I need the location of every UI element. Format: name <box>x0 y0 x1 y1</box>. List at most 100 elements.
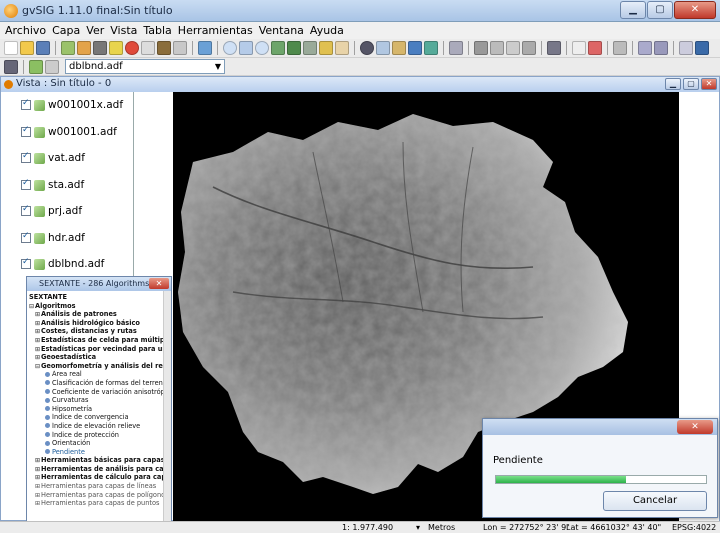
geoprocess-icon[interactable] <box>449 41 463 55</box>
link-icon[interactable] <box>613 41 627 55</box>
algorithm-item[interactable]: Área real <box>29 370 171 379</box>
tree-group[interactable]: ⊞Herramientas para capas de polígonos <box>29 491 171 500</box>
select-rect-icon[interactable] <box>490 41 504 55</box>
layer-visibility-checkbox[interactable] <box>21 204 31 216</box>
layer-list-icon[interactable] <box>4 59 18 74</box>
minimize-button[interactable]: ▁ <box>620 1 646 19</box>
tree-group[interactable]: ⊞Herramientas para capas de líneas <box>29 482 171 491</box>
algorithm-item[interactable]: Coeficiente de variación anisotrópica <box>29 388 171 397</box>
layout-icon[interactable] <box>141 41 155 55</box>
algorithm-item[interactable]: Curvaturas <box>29 396 171 405</box>
chevron-down-icon[interactable]: ▾ <box>416 523 420 532</box>
zoom-in-icon[interactable] <box>223 41 237 55</box>
menu-ventana[interactable]: Ventana <box>256 24 307 37</box>
scale-value[interactable]: 1: 1.977.490 <box>342 523 393 532</box>
table-icon[interactable] <box>93 41 107 55</box>
tree-group[interactable]: ⊞Análisis hidrológico básico <box>29 319 171 328</box>
algorithm-item-selected[interactable]: Pendiente <box>29 448 171 457</box>
layer-visibility-checkbox[interactable] <box>21 125 31 137</box>
cancel-button[interactable]: Cancelar <box>603 491 707 511</box>
algorithm-item[interactable]: Clasificación de formas del terreno <box>29 379 171 388</box>
sextante-close-button[interactable]: ✕ <box>149 278 169 289</box>
full-extent-icon[interactable] <box>271 41 285 55</box>
layer-visibility-checkbox[interactable] <box>21 178 31 190</box>
tool-icon[interactable] <box>173 41 187 55</box>
active-layer-select[interactable]: dblbnd.adf ▼ <box>65 59 225 74</box>
graphic-icon[interactable] <box>547 41 561 55</box>
select-polygon-icon[interactable] <box>506 41 520 55</box>
layer-visibility-checkbox[interactable] <box>21 257 31 269</box>
layer-visibility-checkbox[interactable] <box>21 151 31 163</box>
open-icon[interactable] <box>20 41 34 55</box>
toc-layer[interactable]: dblbnd.adf <box>21 255 104 273</box>
close-button[interactable]: ✕ <box>674 1 716 19</box>
sextante-vertical-scrollbar[interactable] <box>163 291 171 525</box>
menu-tabla[interactable]: Tabla <box>140 24 174 37</box>
edit-icon[interactable] <box>109 41 123 55</box>
tree-group-expanded[interactable]: ⊟Geomorfometría y análisis del relieve <box>29 362 171 371</box>
tree-group[interactable]: ⊞Análisis de patrones <box>29 310 171 319</box>
tree-root[interactable]: SEXTANTE <box>29 293 171 302</box>
toc-layer[interactable]: prj.adf <box>21 202 82 220</box>
toc-layer[interactable]: sta.adf <box>21 176 84 194</box>
algorithm-item[interactable]: Hipsometría <box>29 405 171 414</box>
zoom-previous-icon[interactable] <box>319 41 333 55</box>
pan-icon[interactable] <box>335 41 349 55</box>
menu-archivo[interactable]: Archivo <box>2 24 49 37</box>
algorithm-item[interactable]: Índice de convergencia <box>29 413 171 422</box>
algorithm-item[interactable]: Índice de elevación relieve <box>29 422 171 431</box>
progress-dialog-close-button[interactable]: ✕ <box>677 420 713 434</box>
save-icon[interactable] <box>36 41 50 55</box>
menu-ayuda[interactable]: Ayuda <box>307 24 347 37</box>
zoom-pixel-icon[interactable] <box>654 41 668 55</box>
layer-visibility-checkbox[interactable] <box>21 98 31 110</box>
algorithm-item[interactable]: Índice de protección <box>29 431 171 440</box>
zoom-layer-icon[interactable] <box>287 41 301 55</box>
new-icon[interactable] <box>4 41 18 55</box>
window-icon[interactable] <box>695 41 709 55</box>
zoom-select-icon[interactable] <box>303 41 317 55</box>
identify-icon[interactable] <box>360 41 374 55</box>
menu-capa[interactable]: Capa <box>49 24 83 37</box>
tree-group[interactable]: ⊞Estadísticas de celda para múltiples ca… <box>29 336 171 345</box>
locator-icon[interactable] <box>408 41 422 55</box>
view-minimize-button[interactable]: ▁ <box>665 78 681 90</box>
tree-group[interactable]: ⊞Herramientas básicas para capas raster <box>29 456 171 465</box>
menu-herramientas[interactable]: Herramientas <box>175 24 256 37</box>
tree-group[interactable]: ⊞Geoestadística <box>29 353 171 362</box>
add-layer-icon[interactable] <box>61 41 75 55</box>
toc-layer[interactable]: vat.adf <box>21 149 85 167</box>
view-maximize-button[interactable]: ▢ <box>683 78 699 90</box>
tree-group[interactable]: ⊞Herramientas de cálculo para capas rast… <box>29 473 171 482</box>
maximize-button[interactable]: ▢ <box>647 1 673 19</box>
toc-layer[interactable]: w001001.adf <box>21 123 117 141</box>
measure-distance-icon[interactable] <box>376 41 390 55</box>
tree-group[interactable]: ⊞Costes, distancias y rutas <box>29 327 171 336</box>
zoom-raster-icon[interactable] <box>638 41 652 55</box>
layer-tool-icon[interactable] <box>77 41 91 55</box>
layer-visibility-checkbox[interactable] <box>21 231 31 243</box>
tree-group[interactable]: ⊞Herramientas para capas de puntos <box>29 499 171 508</box>
zoom-out-icon[interactable] <box>255 41 269 55</box>
tree-group[interactable]: ⊞Herramientas de análisis para capas ras… <box>29 465 171 474</box>
toc-layer[interactable]: w001001x.adf <box>21 96 123 114</box>
tree-node[interactable]: ⊟Algoritmos <box>29 302 171 311</box>
menu-ver[interactable]: Ver <box>83 24 107 37</box>
print-icon[interactable] <box>157 41 171 55</box>
info-icon[interactable] <box>198 41 212 55</box>
zoom-box-icon[interactable] <box>239 41 253 55</box>
menu-vista[interactable]: Vista <box>107 24 140 37</box>
algorithm-item[interactable]: Orientación <box>29 439 171 448</box>
view-close-button[interactable]: ✕ <box>701 78 717 90</box>
raster-layer-icon[interactable] <box>29 59 43 74</box>
raster-properties-icon[interactable] <box>45 59 59 74</box>
select-point-icon[interactable] <box>522 41 536 55</box>
record-icon[interactable] <box>125 41 139 55</box>
toc-layer[interactable]: hdr.adf <box>21 229 85 247</box>
measure-area-icon[interactable] <box>392 41 406 55</box>
raster-icon[interactable] <box>572 41 586 55</box>
select-icon[interactable] <box>474 41 488 55</box>
tree-group[interactable]: ⊞Estadísticas por vecindad para una capa… <box>29 345 171 354</box>
sextante-icon[interactable] <box>588 41 602 55</box>
hyperlink-icon[interactable] <box>424 41 438 55</box>
